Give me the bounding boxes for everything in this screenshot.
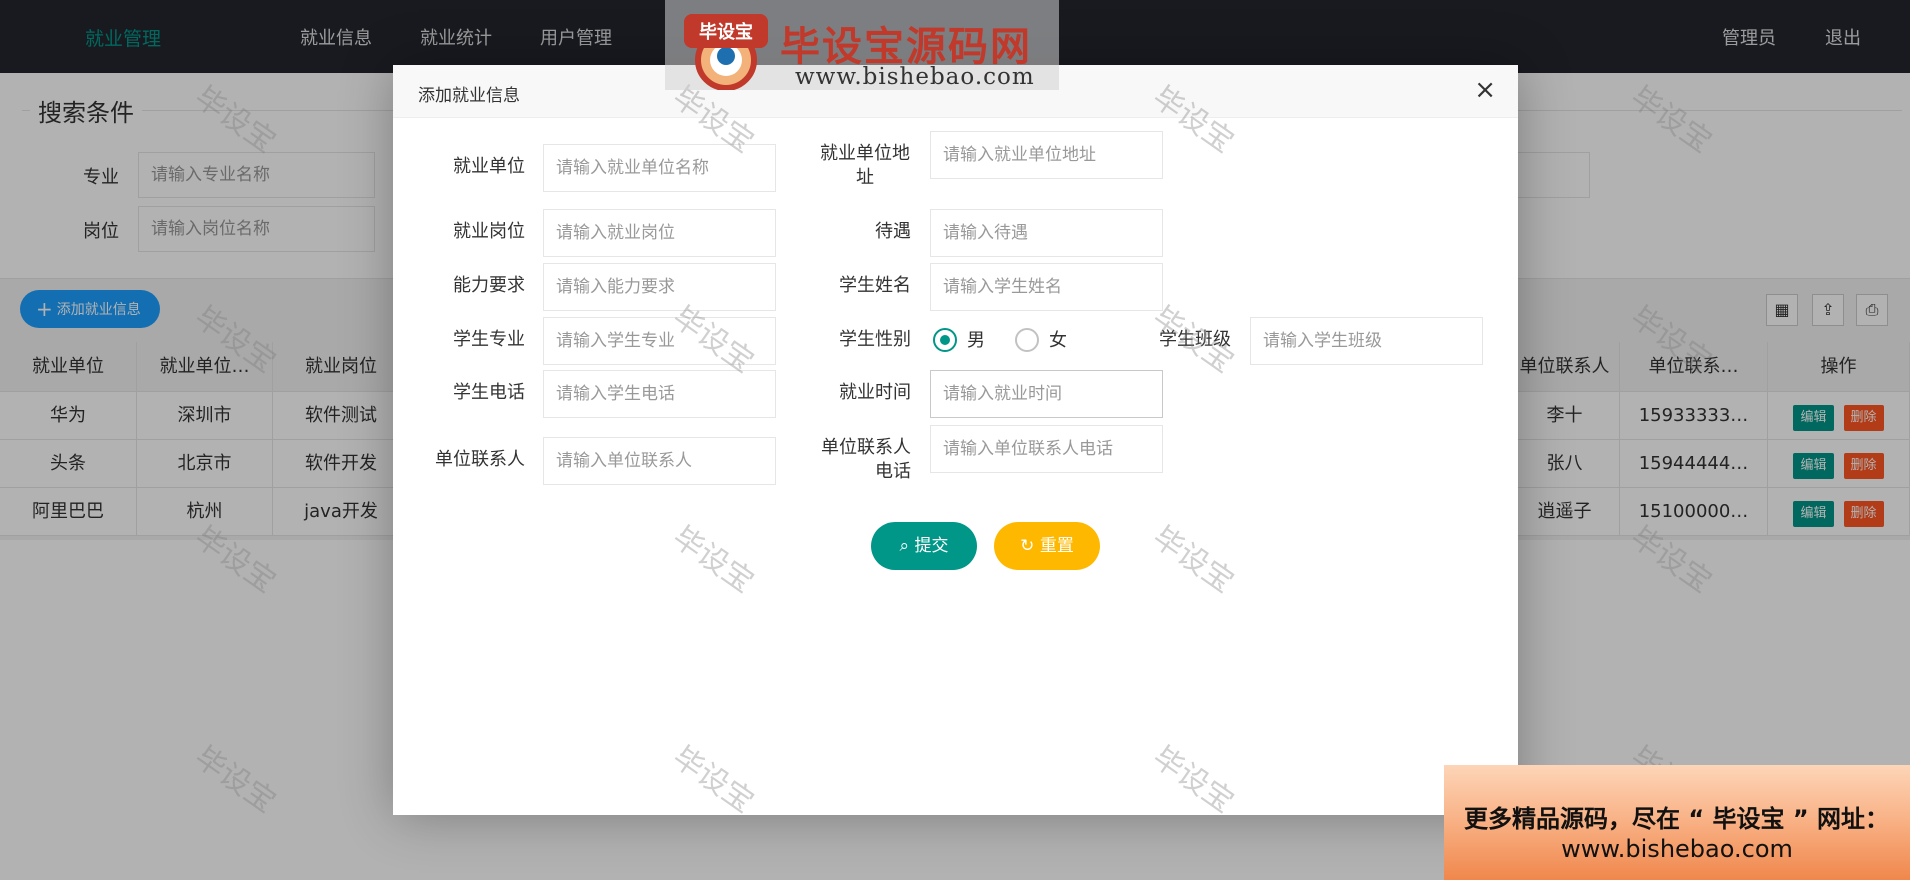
gender-male-label: 男	[967, 330, 985, 351]
reset-label: 重置	[1039, 536, 1074, 556]
student-name-label: 学生姓名	[839, 275, 911, 296]
refresh-icon: ↻	[1020, 536, 1035, 556]
employ-time-input[interactable]	[930, 370, 1163, 418]
reset-button[interactable]: ↻ 重置	[994, 522, 1100, 570]
dialog-title: 添加就业信息	[418, 86, 520, 106]
ability-label: 能力要求	[453, 275, 525, 296]
close-icon[interactable]: ×	[1474, 77, 1496, 103]
gender-radio-female[interactable]: 女	[1015, 328, 1067, 354]
submit-label: 提交	[914, 536, 949, 556]
company-label: 就业单位	[453, 156, 525, 177]
student-class-label: 学生班级	[1159, 329, 1231, 350]
contact-phone-label-text: 单位联系人电话	[821, 437, 911, 482]
gender-radio-male[interactable]: 男	[933, 328, 985, 354]
ability-input[interactable]	[543, 263, 776, 311]
search-icon: ⌕	[899, 536, 910, 556]
contact-label: 单位联系人	[435, 449, 525, 470]
employ-time-label: 就业时间	[839, 382, 911, 403]
promo-line2: www.bishebao.com	[1561, 835, 1793, 863]
salary-label: 待遇	[875, 221, 911, 242]
student-phone-input[interactable]	[543, 370, 776, 418]
company-address-input[interactable]	[930, 131, 1163, 179]
add-employment-dialog: 添加就业信息 × 就业单位 就业单位地址 就业岗位 待遇 能力要求 学生姓名 学…	[393, 65, 1518, 815]
salary-input[interactable]	[930, 209, 1163, 257]
brand-seal-logo: 毕设宝	[684, 14, 768, 90]
post-label: 就业岗位	[453, 221, 525, 242]
contact-phone-label: 单位联系人电话	[801, 436, 911, 484]
student-major-input[interactable]	[543, 317, 776, 365]
promo-banner: 更多精品源码，尽在 “ 毕设宝 ” 网址： www.bishebao.com	[1444, 765, 1910, 880]
promo-line1: 更多精品源码，尽在 “ 毕设宝 ” 网址：	[1464, 805, 1889, 833]
student-major-label: 学生专业	[453, 329, 525, 350]
contact-input[interactable]	[543, 437, 776, 485]
student-name-input[interactable]	[930, 263, 1163, 311]
contact-phone-input[interactable]	[930, 425, 1163, 473]
radio-unchecked-icon	[1015, 328, 1039, 352]
submit-button[interactable]: ⌕ 提交	[871, 522, 977, 570]
brand-watermark-url: www.bishebao.com	[795, 64, 1035, 90]
post-input[interactable]	[543, 209, 776, 257]
company-address-label: 就业单位地址	[801, 142, 911, 190]
svg-text:毕设宝: 毕设宝	[699, 21, 753, 43]
radio-checked-icon	[933, 328, 957, 352]
student-class-input[interactable]	[1250, 317, 1483, 365]
gender-female-label: 女	[1049, 330, 1067, 351]
company-input[interactable]	[543, 144, 776, 192]
student-gender-label: 学生性别	[839, 329, 911, 350]
student-phone-label: 学生电话	[453, 382, 525, 403]
company-address-label-text: 就业单位地址	[820, 143, 910, 188]
